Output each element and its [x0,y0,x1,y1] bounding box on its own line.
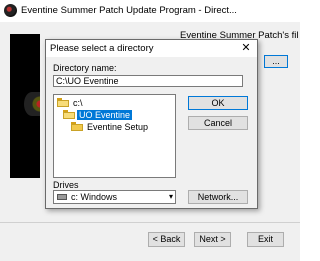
drive-select[interactable]: c: Windows ▾ [53,190,176,204]
outer-window-title: Eventine Summer Patch Update Program - D… [21,5,237,16]
directory-name-field[interactable]: C:\UO Eventine [53,75,243,87]
open-folder-icon [63,110,75,119]
emblem-icon [24,92,40,116]
drive-value: c: Windows [71,192,118,202]
tree-item-label: Eventine Setup [87,122,149,132]
dialog-title-bar: Please select a directory ✕ [46,40,257,57]
ok-button[interactable]: OK [188,96,248,110]
next-button[interactable]: Next > [194,232,231,247]
dialog-title: Please select a directory [50,43,154,54]
drive-icon [57,194,67,200]
footer-divider [0,222,300,223]
drives-label: Drives [53,180,79,190]
folder-icon [71,122,83,131]
tree-item-root[interactable]: c:\ [57,98,85,109]
open-folder-icon [57,98,69,107]
tree-item-label: UO Eventine [77,110,133,120]
chevron-down-icon[interactable]: ▾ [169,191,173,203]
select-directory-dialog: Please select a directory ✕ Directory na… [45,39,258,209]
tree-item-uo-eventine[interactable]: UO Eventine [63,110,133,121]
app-icon [4,4,17,17]
splash-image [10,34,40,178]
outer-title-bar: Eventine Summer Patch Update Program - D… [0,0,300,22]
exit-button[interactable]: Exit [247,232,284,247]
tree-item-eventine-setup[interactable]: Eventine Setup [71,122,150,133]
back-button[interactable]: < Back [148,232,185,247]
cancel-button[interactable]: Cancel [188,116,248,130]
tree-item-label: c:\ [73,98,83,108]
network-button[interactable]: Network... [188,190,248,204]
browse-button[interactable]: ... [264,55,288,68]
directory-name-label: Directory name: [53,63,117,73]
close-icon[interactable]: ✕ [239,42,253,55]
directory-tree[interactable]: c:\ UO Eventine Eventine Setup [53,94,176,178]
